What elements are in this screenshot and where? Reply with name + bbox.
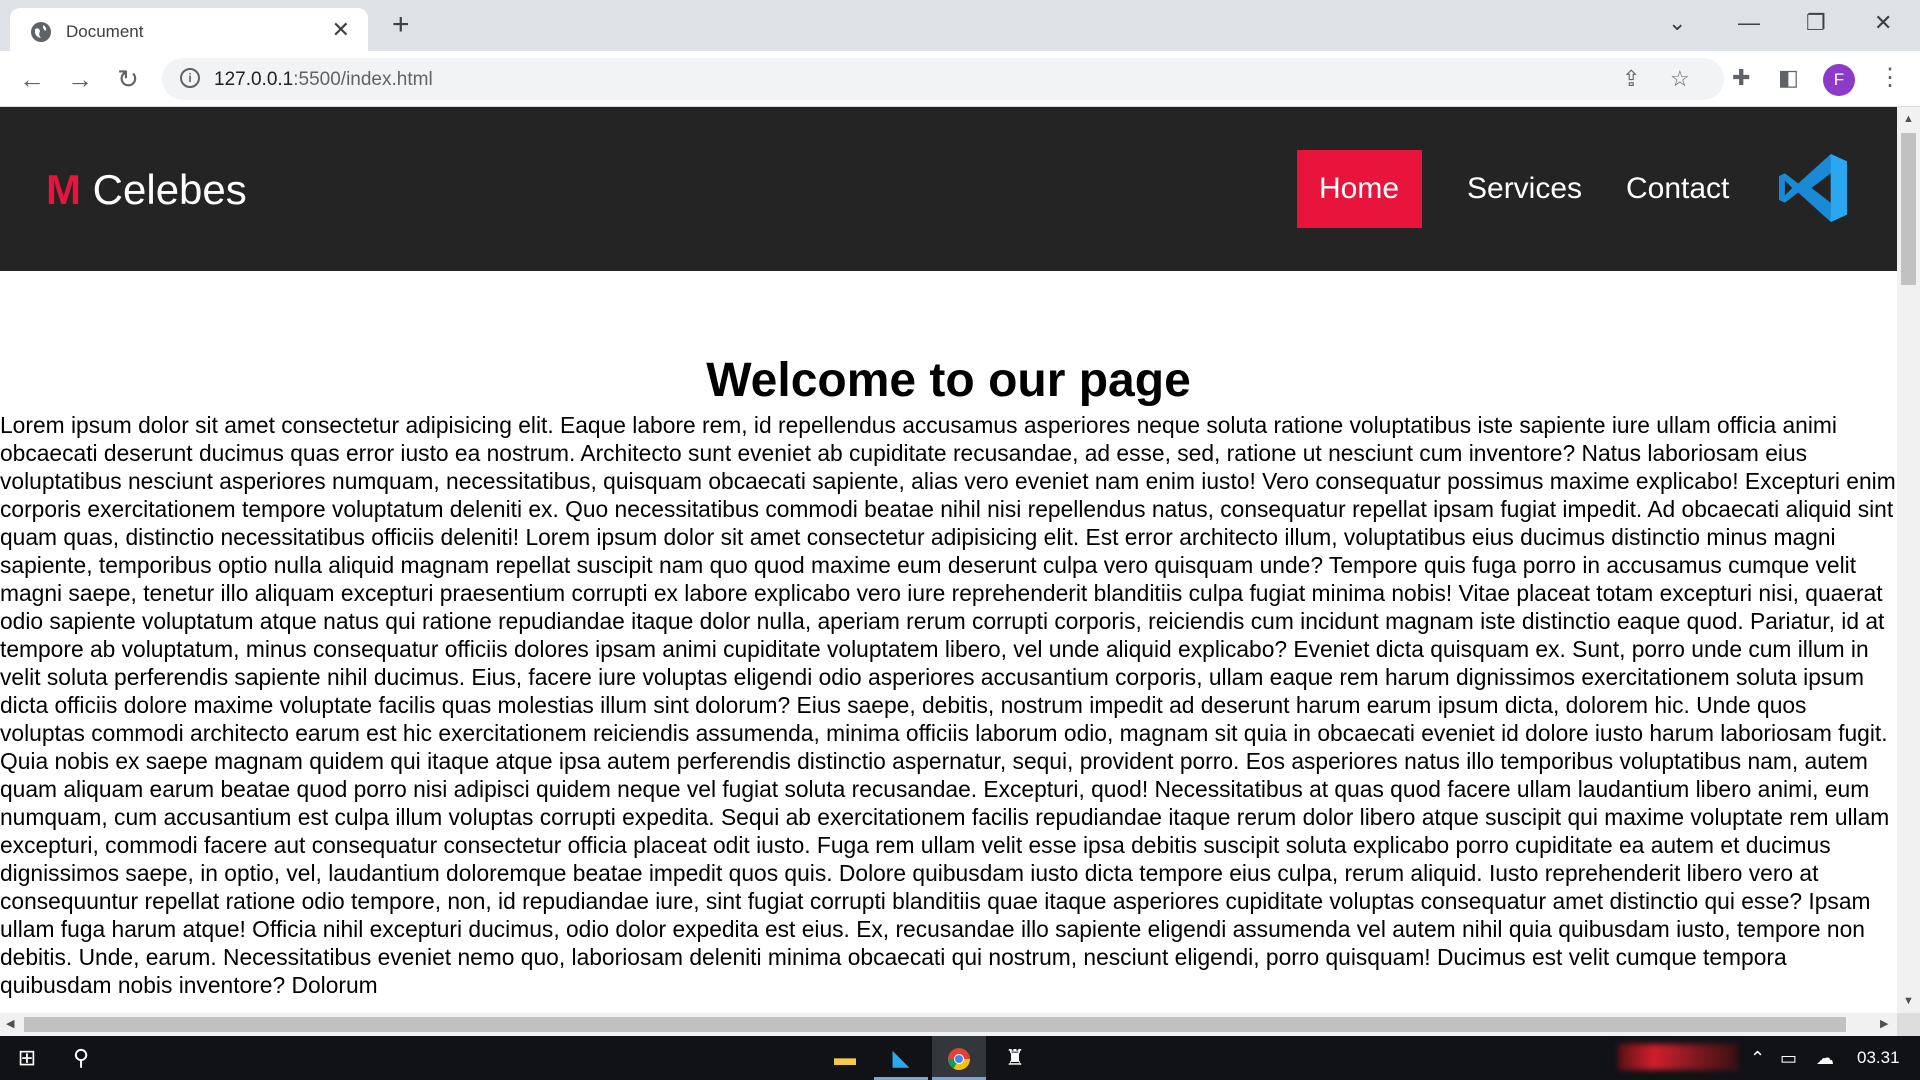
file-explorer-icon[interactable]: ▬ — [818, 1036, 872, 1080]
browser-toolbar: ← → ↻ i 127.0.0.1:5500/index.html ⇪ ☆ ✚ … — [0, 51, 1920, 107]
tab-close-icon[interactable]: ✕ — [332, 19, 350, 41]
vscode-logo-icon — [1778, 153, 1848, 223]
url-text[interactable]: 127.0.0.1:5500/index.html — [214, 69, 433, 91]
search-icon[interactable]: ⚲ — [54, 1036, 108, 1080]
app-icon[interactable]: ♜ — [988, 1036, 1042, 1080]
scroll-left-icon[interactable]: ◀ — [6, 1017, 14, 1030]
site-logo[interactable]: M Celebes — [46, 167, 247, 213]
horizontal-scroll-thumb[interactable] — [24, 1017, 1846, 1032]
profile-avatar[interactable]: F — [1823, 64, 1855, 96]
back-icon[interactable]: ← — [16, 63, 48, 95]
logo-text: Celebes — [92, 166, 247, 213]
share-icon[interactable]: ⇪ — [1622, 68, 1640, 90]
chrome-icon[interactable] — [932, 1036, 986, 1080]
page-title: Welcome to our page — [706, 354, 1191, 407]
browser-tab[interactable]: Document ✕ — [10, 8, 368, 51]
vertical-scroll-thumb[interactable] — [1901, 133, 1916, 285]
site-header: M Celebes Home Services Contact — [0, 107, 1897, 271]
vertical-scrollbar[interactable]: ▲ ▼ — [1897, 107, 1920, 1013]
scroll-down-icon[interactable]: ▼ — [1903, 995, 1914, 1007]
window-close-icon[interactable]: ✕ — [1874, 8, 1892, 38]
reload-icon[interactable]: ↻ — [112, 63, 144, 95]
body-paragraph: Lorem ipsum dolor sit amet consectetur a… — [0, 412, 1896, 998]
url-path: :5500/index.html — [293, 69, 433, 90]
bookmark-star-icon[interactable]: ☆ — [1670, 68, 1690, 90]
page-viewport: M Celebes Home Services Contact Welcome … — [0, 107, 1897, 1013]
new-tab-icon[interactable]: + — [392, 10, 410, 40]
onedrive-cloud-icon[interactable]: ☁ — [1816, 1048, 1834, 1068]
site-info-icon[interactable]: i — [180, 68, 200, 88]
restore-icon[interactable]: ❐ — [1806, 8, 1826, 38]
url-host: 127.0.0.1 — [214, 69, 294, 90]
nav-services[interactable]: Services — [1445, 150, 1604, 228]
scroll-right-icon[interactable]: ▶ — [1880, 1017, 1888, 1030]
horizontal-scrollbar[interactable]: ◀ ▶ — [0, 1013, 1897, 1036]
minimize-icon[interactable]: — — [1738, 8, 1760, 38]
forward-icon[interactable]: → — [64, 63, 96, 95]
logo-mark: M — [46, 166, 81, 213]
browser-tabstrip: Document ✕ + ⌄ — ❐ ✕ — [0, 0, 1920, 51]
side-panel-icon[interactable]: ◧ — [1778, 65, 1799, 91]
scroll-up-icon[interactable]: ▲ — [1903, 113, 1914, 125]
tab-search-chevron-icon[interactable]: ⌄ — [1668, 8, 1686, 38]
address-bar[interactable]: i 127.0.0.1:5500/index.html ⇪ ☆ — [162, 58, 1724, 100]
tray-chevron-icon[interactable]: ⌃ — [1750, 1048, 1765, 1068]
scrollbar-corner — [1897, 1013, 1920, 1036]
battery-icon[interactable]: ▭ — [1780, 1048, 1797, 1068]
nav-contact[interactable]: Contact — [1604, 150, 1751, 228]
nav-home[interactable]: Home — [1297, 150, 1422, 228]
vscode-icon[interactable]: ◣ — [874, 1036, 928, 1080]
extensions-puzzle-icon[interactable]: ✚ — [1732, 65, 1750, 91]
windows-start-icon[interactable]: ⊞ — [0, 1036, 54, 1080]
browser-menu-icon[interactable]: ⋮ — [1878, 63, 1902, 93]
chrome-logo-icon — [948, 1048, 970, 1071]
globe-icon — [31, 22, 51, 42]
taskbar-clock[interactable]: 03.31 — [1857, 1048, 1900, 1068]
tab-title: Document — [66, 22, 144, 41]
blurred-tray-region — [1618, 1044, 1738, 1070]
